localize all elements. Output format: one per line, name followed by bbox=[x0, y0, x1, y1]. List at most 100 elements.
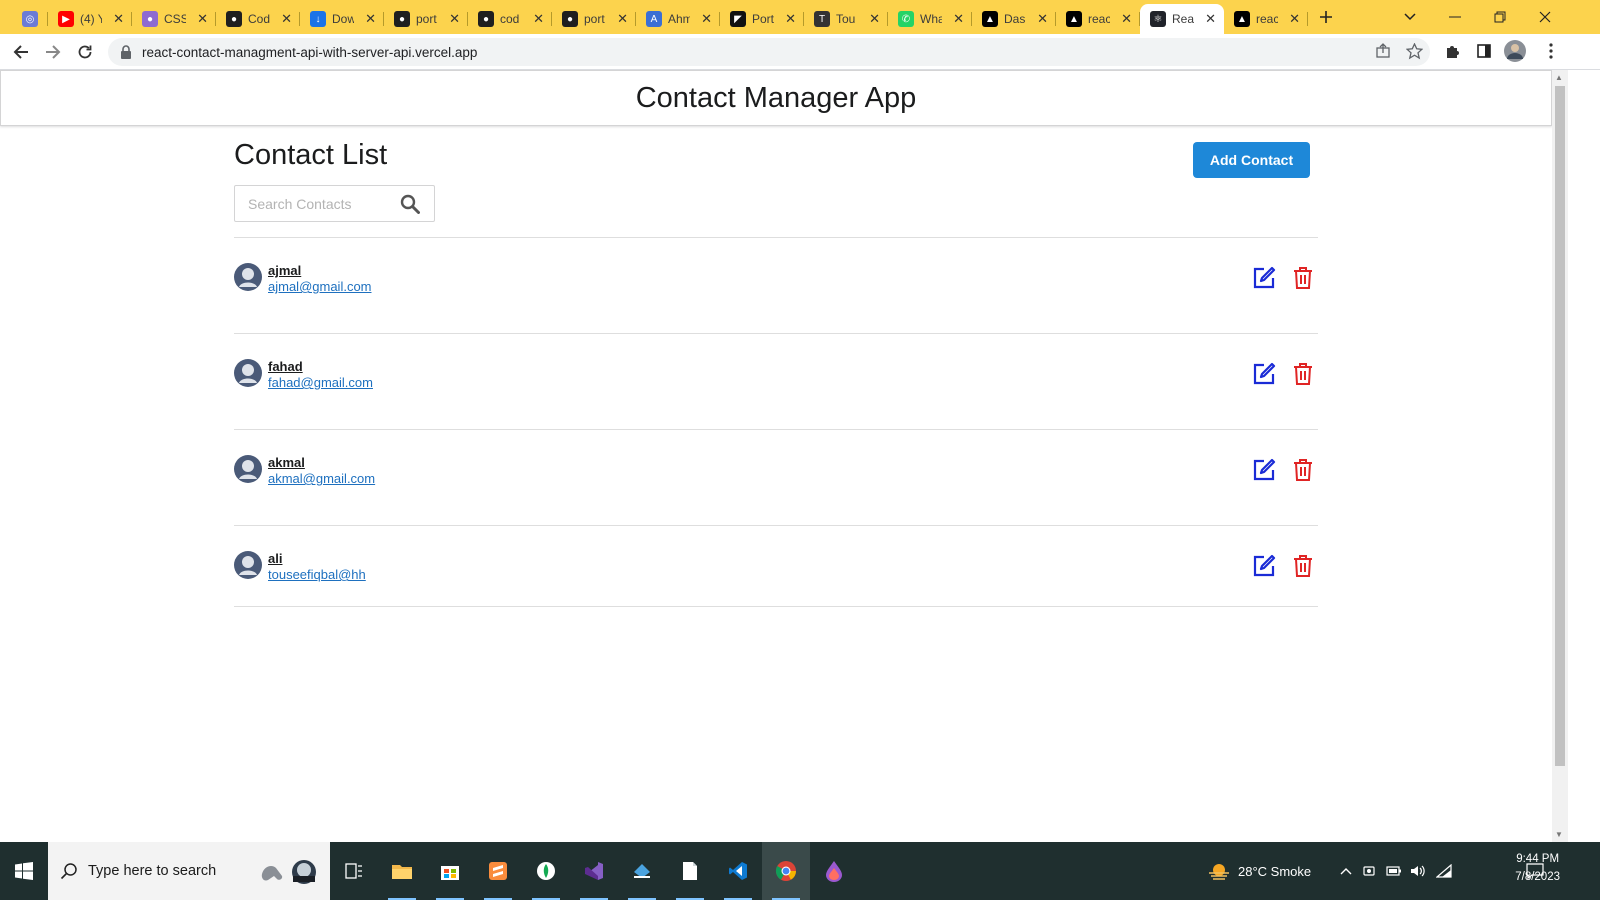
weather-widget[interactable]: 28°C Smoke bbox=[1208, 842, 1311, 900]
taskbar-app-button[interactable] bbox=[522, 842, 570, 900]
tab-close-icon[interactable]: ✕ bbox=[1037, 11, 1048, 27]
restore-button[interactable] bbox=[1485, 4, 1515, 30]
browser-tab[interactable]: ● CSS ✕ bbox=[132, 4, 216, 34]
browser-tab[interactable]: ▲ reac ✕ bbox=[1224, 4, 1308, 34]
taskbar-app-button[interactable] bbox=[714, 842, 762, 900]
browser-tab[interactable]: ⚛ Rea ✕ bbox=[1140, 4, 1224, 34]
bookmark-button[interactable] bbox=[1403, 40, 1425, 62]
contact-email[interactable]: touseefiqbal@hh bbox=[268, 567, 366, 583]
contact-name[interactable]: ali bbox=[268, 551, 366, 567]
browser-tab[interactable]: ● Cod ✕ bbox=[216, 4, 300, 34]
tab-close-icon[interactable]: ✕ bbox=[113, 11, 124, 27]
browser-tab[interactable]: ▲ reac ✕ bbox=[1056, 4, 1140, 34]
taskbar-search[interactable]: Type here to search bbox=[48, 842, 330, 900]
tab-close-icon[interactable]: ✕ bbox=[869, 11, 880, 27]
edit-contact-button[interactable] bbox=[1251, 457, 1277, 483]
browser-tab[interactable]: ● port ✕ bbox=[384, 4, 468, 34]
browser-tab[interactable]: ✆ Wha ✕ bbox=[888, 4, 972, 34]
contact-item[interactable]: ajmal ajmal@gmail.com bbox=[234, 238, 1318, 334]
scroll-up-arrow[interactable]: ▲ bbox=[1555, 73, 1563, 82]
browser-tab[interactable]: T Tou ✕ bbox=[804, 4, 888, 34]
contact-email[interactable]: fahad@gmail.com bbox=[268, 375, 373, 391]
side-panel-button[interactable] bbox=[1473, 40, 1495, 62]
browser-tab[interactable]: ● cod ✕ bbox=[468, 4, 552, 34]
wifi-icon[interactable] bbox=[1436, 864, 1452, 878]
notifications-button[interactable] bbox=[1526, 842, 1544, 900]
taskbar-app-button[interactable] bbox=[618, 842, 666, 900]
contact-email[interactable]: ajmal@gmail.com bbox=[268, 279, 372, 295]
tab-close-icon[interactable]: ✕ bbox=[281, 11, 292, 27]
taskbar-app-button[interactable] bbox=[330, 842, 378, 900]
page-scrollbar[interactable]: ▲ ▼ bbox=[1552, 70, 1568, 842]
tab-title: port bbox=[416, 12, 437, 26]
tab-search-button[interactable] bbox=[1395, 4, 1425, 30]
tab-close-icon[interactable]: ✕ bbox=[1289, 11, 1300, 27]
delete-contact-button[interactable] bbox=[1290, 457, 1316, 483]
edit-contact-button[interactable] bbox=[1251, 361, 1277, 387]
tab-close-icon[interactable]: ✕ bbox=[449, 11, 460, 27]
scroll-down-arrow[interactable]: ▼ bbox=[1555, 830, 1563, 839]
browser-tab[interactable]: ● port ✕ bbox=[552, 4, 636, 34]
new-tab-button[interactable] bbox=[1311, 4, 1341, 30]
volume-icon[interactable] bbox=[1410, 864, 1426, 878]
tab-close-icon[interactable]: ✕ bbox=[953, 11, 964, 27]
tab-close-icon[interactable]: ✕ bbox=[1205, 11, 1216, 27]
taskbar-app-button[interactable] bbox=[378, 842, 426, 900]
delete-contact-button[interactable] bbox=[1290, 553, 1316, 579]
tab-close-icon[interactable]: ✕ bbox=[1121, 11, 1132, 27]
contact-info[interactable]: fahad fahad@gmail.com bbox=[268, 359, 373, 391]
contact-info[interactable]: ajmal ajmal@gmail.com bbox=[268, 263, 372, 295]
scrollbar-thumb[interactable] bbox=[1555, 86, 1565, 766]
address-bar[interactable]: react-contact-managment-api-with-server-… bbox=[108, 38, 1430, 66]
tab-close-icon[interactable]: ✕ bbox=[533, 11, 544, 27]
taskbar-app-button[interactable] bbox=[570, 842, 618, 900]
back-button[interactable] bbox=[8, 40, 34, 64]
minimize-button[interactable] bbox=[1440, 4, 1470, 30]
contact-name[interactable]: fahad bbox=[268, 359, 373, 375]
delete-contact-button[interactable] bbox=[1290, 265, 1316, 291]
tab-close-icon[interactable]: ✕ bbox=[365, 11, 376, 27]
edit-contact-button[interactable] bbox=[1251, 553, 1277, 579]
share-button[interactable] bbox=[1372, 40, 1394, 62]
tab-title: reac bbox=[1256, 12, 1278, 26]
menu-button[interactable] bbox=[1540, 40, 1562, 62]
start-button[interactable] bbox=[0, 842, 48, 900]
delete-contact-button[interactable] bbox=[1290, 361, 1316, 387]
taskbar-app-button[interactable] bbox=[666, 842, 714, 900]
tab-close-icon[interactable]: ✕ bbox=[197, 11, 208, 27]
contact-item[interactable]: ali touseefiqbal@hh bbox=[234, 526, 1318, 607]
browser-tab[interactable]: ▶ (4) Y ✕ bbox=[48, 4, 132, 34]
contact-name[interactable]: akmal bbox=[268, 455, 375, 471]
browser-tab[interactable]: A Ahm ✕ bbox=[636, 4, 720, 34]
browser-tab[interactable]: ◎ bbox=[12, 4, 48, 34]
browser-tab[interactable]: ▲ Das ✕ bbox=[972, 4, 1056, 34]
contact-name[interactable]: ajmal bbox=[268, 263, 372, 279]
contact-info[interactable]: ali touseefiqbal@hh bbox=[268, 551, 366, 583]
trash-icon bbox=[1294, 267, 1312, 289]
profile-avatar[interactable] bbox=[1504, 40, 1526, 62]
contact-item[interactable]: akmal akmal@gmail.com bbox=[234, 430, 1318, 526]
search-icon[interactable] bbox=[400, 194, 420, 214]
tab-close-icon[interactable]: ✕ bbox=[785, 11, 796, 27]
tab-close-icon[interactable]: ✕ bbox=[701, 11, 712, 27]
contact-info[interactable]: akmal akmal@gmail.com bbox=[268, 455, 375, 487]
forward-button[interactable] bbox=[40, 40, 66, 64]
taskbar-app-button[interactable] bbox=[426, 842, 474, 900]
edit-contact-button[interactable] bbox=[1251, 265, 1277, 291]
search-input[interactable] bbox=[248, 195, 398, 212]
browser-tab[interactable]: ◤ Port ✕ bbox=[720, 4, 804, 34]
taskbar-app-button[interactable] bbox=[810, 842, 858, 900]
taskbar-app-button[interactable] bbox=[762, 842, 810, 900]
extensions-button[interactable] bbox=[1442, 40, 1464, 62]
close-window-button[interactable] bbox=[1530, 4, 1560, 30]
battery-icon[interactable] bbox=[1386, 865, 1402, 877]
add-contact-button[interactable]: Add Contact bbox=[1193, 142, 1310, 178]
browser-tab[interactable]: ↓ Dow ✕ bbox=[300, 4, 384, 34]
taskbar-app-button[interactable] bbox=[474, 842, 522, 900]
chevron-up-icon[interactable] bbox=[1340, 867, 1352, 875]
contact-email[interactable]: akmal@gmail.com bbox=[268, 471, 375, 487]
reload-button[interactable] bbox=[72, 40, 98, 64]
meet-now-icon[interactable] bbox=[1362, 864, 1376, 878]
tab-close-icon[interactable]: ✕ bbox=[617, 11, 628, 27]
contact-item[interactable]: fahad fahad@gmail.com bbox=[234, 334, 1318, 430]
